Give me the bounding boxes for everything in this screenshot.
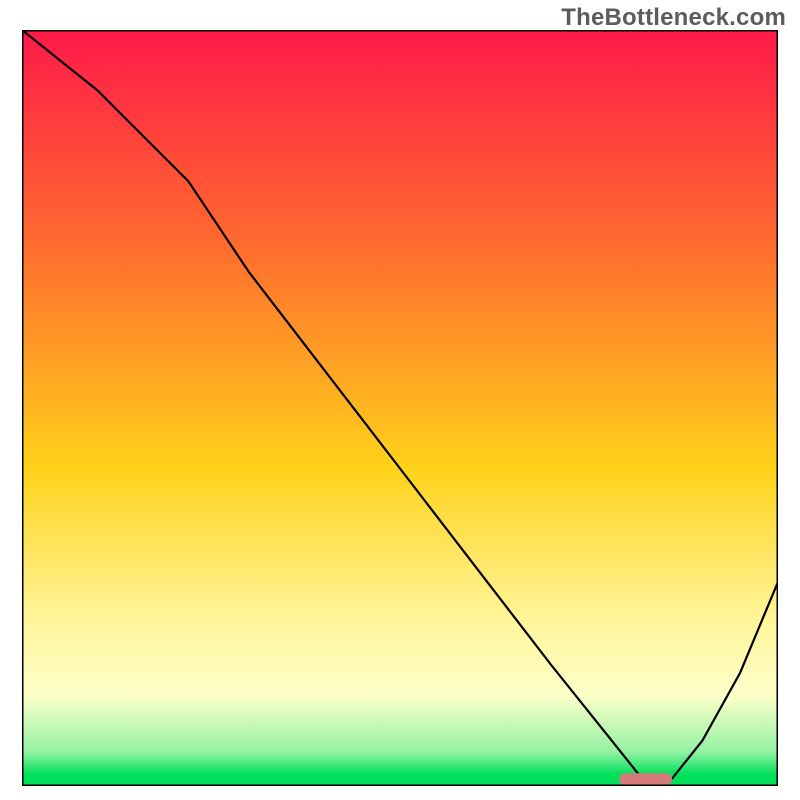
sweet-spot-marker xyxy=(619,773,672,785)
chart-svg xyxy=(22,30,778,786)
bottleneck-chart xyxy=(22,30,778,786)
watermark-text: TheBottleneck.com xyxy=(561,4,786,32)
gradient-background xyxy=(22,30,778,786)
chart-container: TheBottleneck.com xyxy=(0,0,800,800)
